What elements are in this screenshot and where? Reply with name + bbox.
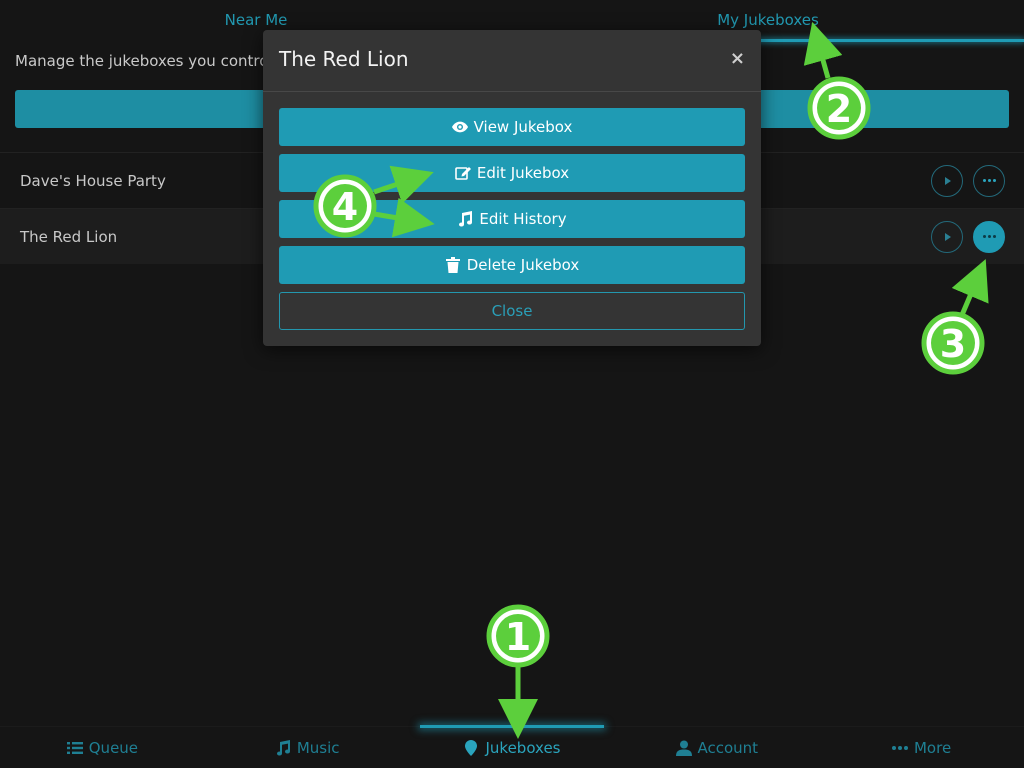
edit-history-button[interactable]: Edit History: [279, 200, 745, 238]
arrow-3: [951, 258, 989, 316]
delete-jukebox-button[interactable]: Delete Jukebox: [279, 246, 745, 284]
ellipsis-icon: [982, 179, 996, 182]
ellipsis-icon: [891, 740, 908, 756]
play-button[interactable]: [931, 220, 963, 253]
nav-music-label: Music: [296, 738, 340, 757]
bottom-nav: Queue Music Jukeboxes Account More: [0, 725, 1024, 768]
close-button[interactable]: Close: [279, 292, 745, 330]
svg-text:3: 3: [940, 322, 966, 366]
delete-jukebox-label: Delete Jukebox: [466, 256, 580, 274]
more-options-button[interactable]: [973, 164, 1005, 197]
user-icon: [675, 740, 692, 756]
svg-text:1: 1: [505, 615, 531, 659]
nav-queue[interactable]: Queue: [0, 727, 205, 768]
view-jukebox-button[interactable]: View Jukebox: [279, 108, 745, 146]
view-jukebox-label: View Jukebox: [473, 118, 573, 136]
nav-queue-label: Queue: [88, 738, 139, 757]
play-icon: [945, 232, 951, 241]
step-badge-1: 1: [486, 604, 550, 668]
edit-icon: [455, 165, 471, 181]
play-icon: [945, 176, 951, 185]
edit-jukebox-button[interactable]: Edit Jukebox: [279, 154, 745, 192]
nav-account[interactable]: Account: [614, 727, 819, 768]
edit-jukebox-label: Edit Jukebox: [476, 164, 570, 182]
play-button[interactable]: [931, 164, 963, 197]
edit-history-label: Edit History: [479, 210, 567, 228]
ellipsis-icon: [982, 235, 996, 238]
nav-music[interactable]: Music: [205, 727, 410, 768]
map-pin-icon: [463, 739, 479, 756]
nav-jukeboxes[interactable]: Jukeboxes: [410, 725, 615, 768]
music-note-icon: [457, 211, 473, 227]
nav-more-label: More: [913, 738, 952, 757]
nav-account-label: Account: [697, 738, 759, 757]
jukebox-options-modal: The Red Lion × View Jukebox Edit Jukebox…: [263, 30, 761, 346]
step-badge-3: 3: [921, 311, 985, 375]
close-icon[interactable]: ×: [730, 48, 745, 69]
nav-jukeboxes-label: Jukeboxes: [485, 738, 561, 757]
more-options-button[interactable]: [973, 220, 1005, 253]
page-description: Manage the jukeboxes you contro: [15, 52, 269, 70]
trash-icon: [445, 257, 461, 273]
music-note-icon: [275, 739, 291, 756]
jukebox-name: The Red Lion: [20, 227, 118, 246]
modal-header: The Red Lion ×: [263, 30, 761, 92]
list-icon: [66, 740, 83, 756]
nav-more[interactable]: More: [819, 727, 1024, 768]
modal-title: The Red Lion: [279, 47, 409, 71]
eye-icon: [451, 119, 468, 135]
jukebox-name: Dave's House Party: [20, 171, 166, 190]
arrow-2: [803, 21, 843, 79]
